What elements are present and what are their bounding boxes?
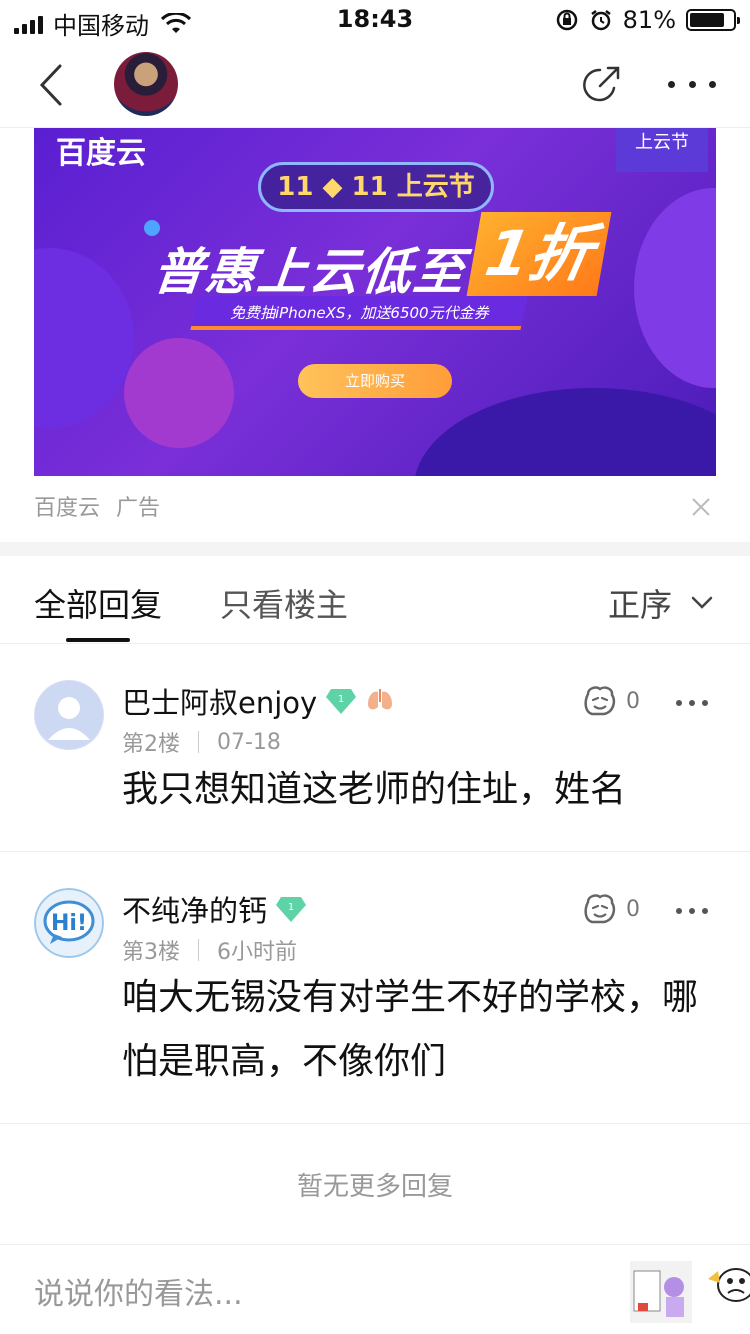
comment-text: 咱大无锡没有对学生不好的学校，哪怕是职高，不像你们 [122,977,699,1082]
comment-author[interactable]: 不纯净的钙 1 [122,888,307,930]
sticker-thumbnail[interactable] [630,1261,692,1323]
like-button[interactable]: 0 [582,892,640,926]
default-avatar[interactable] [34,680,104,750]
comment-text: 我只想知道这老师的住址，姓名 [122,769,627,810]
tab-all-replies[interactable]: 全部回复 [34,580,162,626]
floor-number: 第3楼 [122,940,180,965]
svg-text:1: 1 [338,694,344,705]
status-bar: 中国移动 18:43 81% [0,0,750,40]
share-arrow-icon[interactable] [578,62,624,108]
alarm-icon [590,10,611,31]
comment-meta: 第2楼 07-18 [122,726,281,758]
comment-more-icon[interactable] [676,908,708,914]
gem-badge-icon: 1 [326,689,357,714]
section-divider [0,542,750,556]
close-icon[interactable] [690,496,712,518]
comment-meta: 第3楼 6小时前 [122,934,297,966]
comment-more-icon[interactable] [676,700,708,706]
reply-tabs: 全部回复 只看楼主 正序 [0,556,750,644]
floor-number: 第2楼 [122,732,180,757]
user-silhouette-icon [35,681,103,749]
speech-bubble-avatar-icon: Hi! [34,888,104,958]
sort-label: 正序 [608,586,673,624]
comment-item: 巴士阿叔enjoy 1 第2楼 07-18 我只想知道这老师的住址，姓名 0 [0,644,750,852]
like-button[interactable]: 0 [582,684,640,718]
battery-icon [686,9,740,31]
sticker-icon [633,1270,684,1317]
like-face-icon [584,894,616,924]
like-face-icon [584,686,616,716]
ad-headline-highlight: 1折 [466,212,612,296]
lungs-icon [368,689,393,710]
sort-dropdown[interactable]: 正序 [608,580,714,626]
ad-banner[interactable]: 百度云 上云节 11 ◆ 11 上云节 普惠上云低至 1折 免费抽iPhoneX… [34,128,716,476]
ad-headline: 普惠上云低至 [150,243,469,301]
no-more-replies: 暂无更多回复 [296,1172,453,1202]
rotation-lock-icon [556,9,577,31]
svg-text:Hi!: Hi! [51,911,87,936]
ad-event-pill: 11 ◆ 11 上云节 [258,162,494,212]
reply-composer: 说说你的看法... [0,1244,750,1334]
ad-source: 百度云 [34,496,101,521]
ad-brand-tag: 上云节 [616,128,708,172]
ad-meta: 百度云 广告 [34,490,160,522]
comment-item: Hi! 不纯净的钙 1 第3楼 6小时前 咱大无锡没有对学生不好的学校，哪怕是职… [0,852,750,1124]
ad-subline: 免费抽iPhoneXS，加送6500元代金券 [230,304,489,322]
hi-avatar[interactable]: Hi! [34,888,104,958]
comment-time: 6小时前 [217,940,297,965]
comment-time: 07-18 [217,729,281,755]
like-count: 0 [626,688,640,714]
gem-badge-icon: 1 [276,897,307,922]
ad-brand: 百度云 [56,136,146,171]
ad-label: 广告 [116,496,161,521]
tab-op-only[interactable]: 只看楼主 [220,580,348,626]
author-avatar[interactable] [114,52,178,116]
svg-text:1: 1 [288,902,294,913]
chevron-left-icon[interactable] [32,60,72,110]
battery-percent: 81% [622,6,676,34]
ad-cta-button[interactable]: 立即购买 [298,364,452,398]
nav-bar [0,40,750,128]
like-count: 0 [626,896,640,922]
more-dots-icon[interactable] [668,64,716,104]
meme-face-icon[interactable] [706,1261,750,1305]
comment-author[interactable]: 巴士阿叔enjoy 1 [122,680,395,722]
chevron-down-icon [691,596,713,609]
comment-input[interactable]: 说说你的看法... [34,1269,243,1313]
tab-indicator [66,638,130,642]
